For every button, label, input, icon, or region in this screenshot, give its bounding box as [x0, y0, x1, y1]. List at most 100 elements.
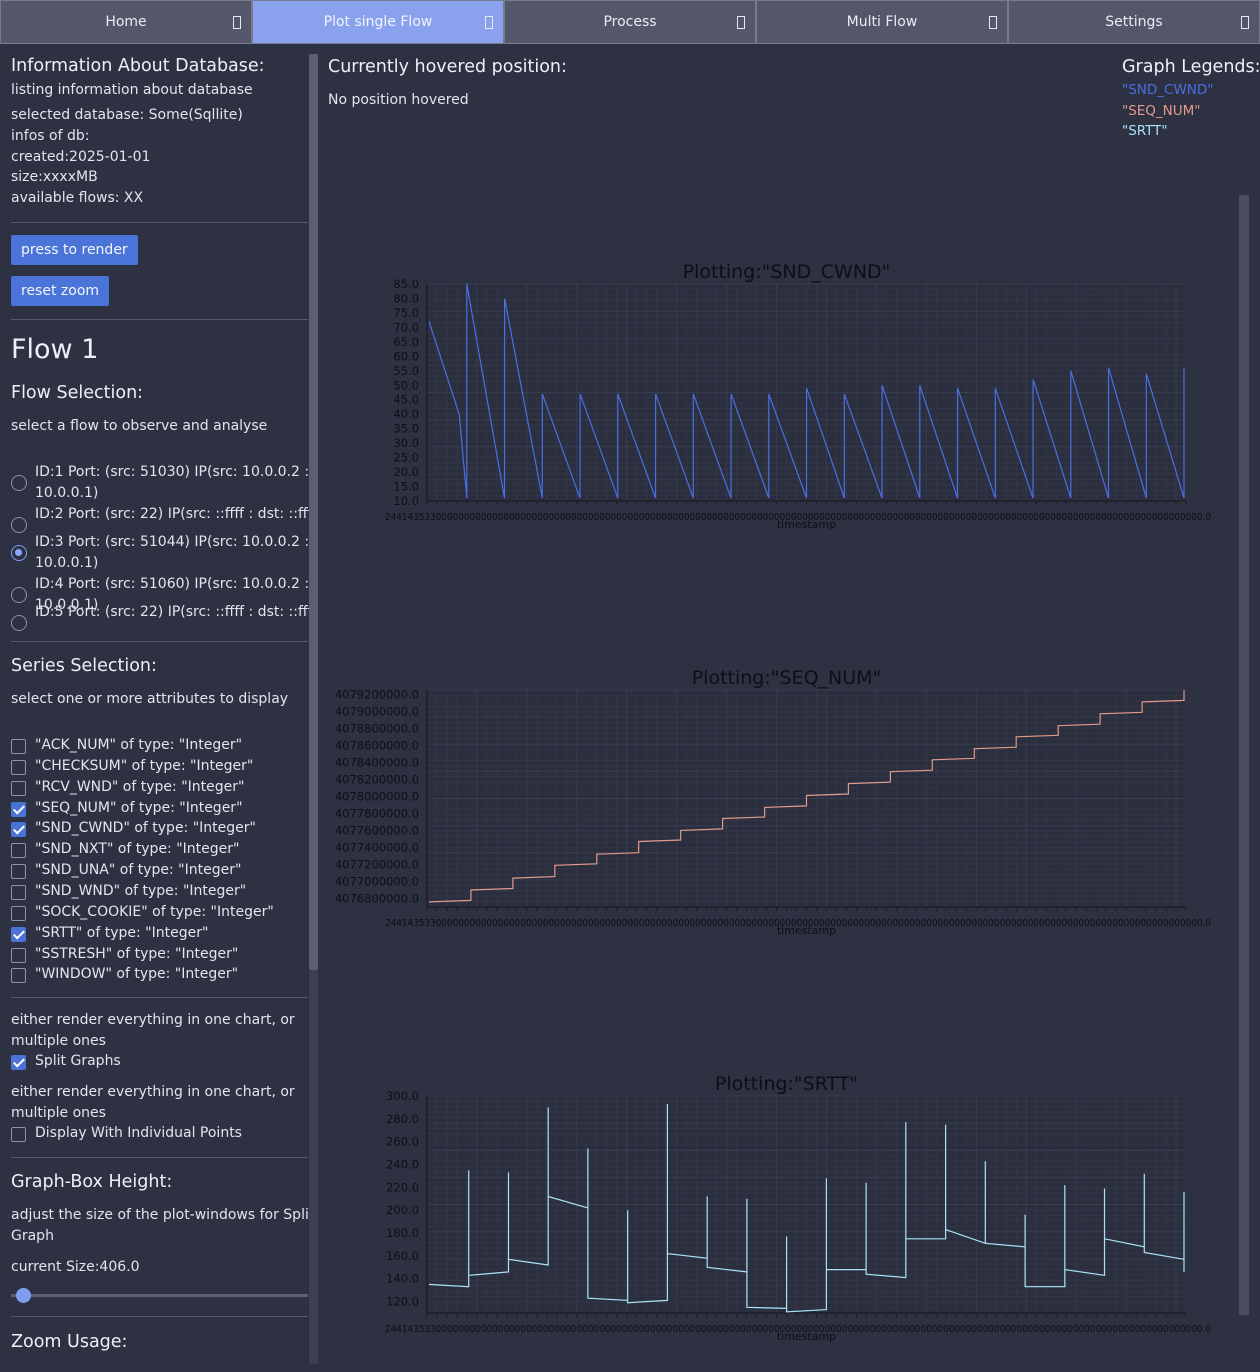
y-tick-label: 240.0: [386, 1158, 419, 1172]
flow-radio-5[interactable]: [11, 615, 27, 631]
series-option-label[interactable]: "SRTT" of type: "Integer": [35, 925, 208, 941]
y-tick-label: 45.0: [393, 393, 419, 407]
window-icon[interactable]: [1241, 16, 1249, 29]
graph-box-height-heading: Graph-Box Height:: [11, 1172, 173, 1192]
series-checkbox[interactable]: [11, 739, 26, 754]
flow-option-label[interactable]: ID:5 Port: (src: 22) IP(src: ::ffff : ds…: [35, 604, 318, 620]
divider: [11, 641, 308, 642]
flow-option-label[interactable]: ID:3 Port: (src: 51044) IP(src: 10.0.0.2…: [35, 534, 318, 550]
series-option-label[interactable]: "SND_NXT" of type: "Integer": [35, 841, 239, 857]
flow-option-label-cont[interactable]: 10.0.0.1): [35, 485, 98, 501]
series-option-label[interactable]: "SND_CWND" of type: "Integer": [35, 820, 256, 836]
divider: [11, 1316, 308, 1317]
individual-points-label[interactable]: Display With Individual Points: [35, 1125, 242, 1141]
series-option-label[interactable]: "ACK_NUM" of type: "Integer": [35, 737, 242, 753]
zoom-usage-heading: Zoom Usage:: [11, 1332, 128, 1352]
chart-2: Plotting:"SRTT"timestamp2441435330000000…: [385, 1073, 1211, 1343]
top-tab-bar: Home Plot single Flow Process Multi Flow Set…: [0, 0, 1260, 44]
window-icon[interactable]: [233, 16, 241, 29]
series-option-label[interactable]: "CHECKSUM" of type: "Integer": [35, 758, 253, 774]
individual-points-checkbox[interactable]: [11, 1127, 26, 1142]
charts-canvas[interactable]: Plotting:"SND_CWND"timestamp244143533000…: [318, 44, 1260, 1372]
sidebar-panel[interactable]: Information About Database: listing infor…: [0, 44, 318, 1372]
y-tick-label: 4078800000.0: [335, 721, 419, 735]
series-checkbox[interactable]: [11, 926, 26, 942]
tab-plot-single-flow[interactable]: Plot single Flow: [252, 0, 504, 44]
y-tick-label: 260.0: [386, 1135, 419, 1149]
y-tick-label: 40.0: [393, 407, 419, 421]
tab-label: Process: [603, 14, 657, 30]
height-slider-knob[interactable]: [15, 1288, 31, 1303]
series-option-label[interactable]: "SND_WND" of type: "Integer": [35, 883, 246, 899]
series-checkbox[interactable]: [11, 759, 26, 775]
height-slider-track[interactable]: [11, 1294, 308, 1297]
tab-process[interactable]: Process: [504, 0, 756, 44]
series-checkbox[interactable]: [11, 968, 26, 984]
flow-radio-1[interactable]: [11, 475, 27, 491]
flow-option-label[interactable]: ID:2 Port: (src: 22) IP(src: ::ffff : ds…: [35, 506, 318, 522]
flow-radio-4[interactable]: [11, 587, 27, 603]
tab-settings[interactable]: Settings: [1008, 0, 1260, 44]
y-tick-label: 300.0: [386, 1089, 419, 1103]
y-tick-label: 10.0: [393, 494, 419, 508]
series-checkbox[interactable]: [11, 780, 26, 796]
flow-option-label[interactable]: ID:4 Port: (src: 51060) IP(src: 10.0.0.2…: [35, 576, 318, 592]
series-option-label[interactable]: "SND_UNA" of type: "Integer": [35, 862, 241, 878]
chart-title: Plotting:"SRTT": [715, 1073, 858, 1095]
tab-label: Multi Flow: [846, 14, 918, 30]
tab-multi-flow[interactable]: Multi Flow: [756, 0, 1008, 44]
render-button[interactable]: press to render: [11, 235, 138, 265]
y-tick-label: 120.0: [386, 1295, 419, 1309]
series-option-label[interactable]: "SEQ_NUM" of type: "Integer": [35, 800, 243, 816]
split-graphs-checkbox[interactable]: [11, 1055, 26, 1070]
flow-title: Flow 1: [11, 334, 99, 365]
y-tick-label: 25.0: [393, 451, 419, 465]
db-info-line: selected database: Some(Sqllite): [11, 107, 243, 123]
reset-zoom-button[interactable]: reset zoom: [11, 276, 110, 306]
y-tick-label: 20.0: [393, 465, 419, 479]
tab-home[interactable]: Home: [0, 0, 252, 44]
y-tick-label: 4079200000.0: [335, 687, 419, 701]
series-option-label[interactable]: "RCV_WND" of type: "Integer": [35, 779, 244, 795]
db-heading: Information About Database:: [11, 56, 265, 76]
db-info-line: infos of db:: [11, 128, 90, 144]
series-checkbox[interactable]: [11, 905, 26, 921]
series-selection-desc: select one or more attributes to display: [11, 691, 289, 707]
divider: [11, 319, 308, 320]
series-checkbox[interactable]: [11, 822, 26, 838]
graph-box-height-value: current Size:406.0: [11, 1259, 140, 1275]
y-tick-label: 85.0: [393, 277, 419, 291]
flow-option-label-cont[interactable]: 10.0.0.1): [35, 555, 98, 571]
flow-radio-2[interactable]: [11, 517, 27, 533]
window-icon[interactable]: [989, 16, 997, 29]
y-tick-label: 4077400000.0: [335, 840, 419, 854]
y-tick-label: 80.0: [393, 291, 419, 305]
series-option-label[interactable]: "WINDOW" of type: "Integer": [35, 966, 238, 982]
y-tick-label: 4078400000.0: [335, 755, 419, 769]
chart-title: Plotting:"SND_CWND": [683, 261, 891, 283]
y-tick-label: 70.0: [393, 320, 419, 334]
flow-radio-3[interactable]: [11, 545, 27, 561]
graph-box-height-desc: adjust the size of the plot-windows for …: [11, 1207, 318, 1223]
window-icon[interactable]: [737, 16, 745, 29]
window-icon[interactable]: [485, 16, 493, 29]
y-tick-label: 4077000000.0: [335, 874, 419, 888]
series-checkbox[interactable]: [11, 947, 26, 963]
series-checkbox[interactable]: [11, 884, 26, 900]
series-checkbox[interactable]: [11, 801, 26, 817]
split-graphs-label[interactable]: Split Graphs: [35, 1053, 121, 1069]
chart-1: Plotting:"SEQ_NUM"timestamp2441435330000…: [335, 667, 1211, 937]
db-info-line: listing information about database: [11, 82, 253, 98]
y-tick-label: 50.0: [393, 378, 419, 392]
series-checkbox[interactable]: [11, 864, 26, 880]
flow-option-label[interactable]: ID:1 Port: (src: 51030) IP(src: 10.0.0.2…: [35, 464, 318, 480]
series-checkbox[interactable]: [11, 843, 26, 859]
series-option-label[interactable]: "SOCK_COOKIE" of type: "Integer": [35, 904, 274, 920]
x-tick-labels: 2441435330000000000000000000000000000000…: [385, 1324, 1211, 1335]
divider: [11, 222, 308, 223]
main-scrollbar[interactable]: [1239, 195, 1249, 1315]
series-option-label[interactable]: "SSTRESH" of type: "Integer": [35, 946, 238, 962]
x-tick-labels: 2441435330000000000000000000000000000000…: [385, 918, 1211, 929]
sidebar-scrollbar-thumb[interactable]: [309, 54, 318, 970]
divider: [11, 997, 308, 998]
